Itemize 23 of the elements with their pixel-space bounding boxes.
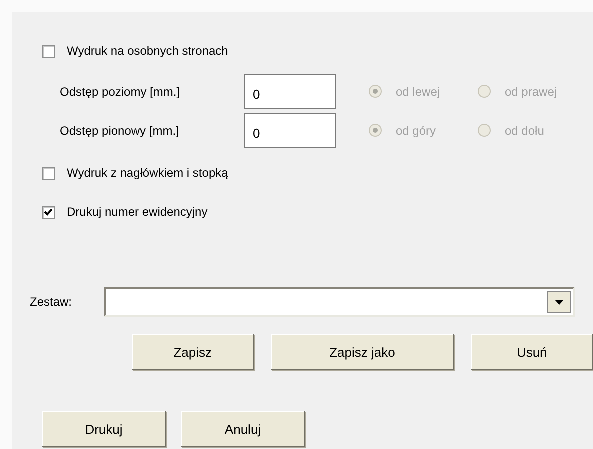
button[interactable]: Zapisz bbox=[132, 334, 254, 370]
caret-icon bbox=[554, 300, 564, 304]
button[interactable]: Usuń bbox=[471, 334, 593, 370]
radio-label: od prawej bbox=[505, 84, 558, 98]
dropdown-field[interactable] bbox=[104, 287, 576, 317]
button[interactable]: Zapisz jako bbox=[270, 334, 454, 370]
checkbox-label: Drukuj numer ewidencyjny bbox=[67, 205, 208, 219]
field-label: Zestaw: bbox=[30, 295, 72, 309]
radio-label: od góry bbox=[396, 124, 436, 138]
button[interactable]: Anuluj bbox=[181, 411, 305, 447]
dropdown-button[interactable] bbox=[547, 291, 572, 313]
radio-label: od dołu bbox=[505, 124, 544, 138]
radio-label: od lewej bbox=[396, 84, 440, 98]
field-label: Odstęp poziomy [mm.] bbox=[60, 84, 182, 98]
input-field[interactable]: 0 bbox=[244, 74, 336, 109]
checkbox[interactable] bbox=[42, 206, 55, 218]
input-field[interactable]: 0 bbox=[244, 113, 336, 148]
field-label: Odstęp pionowy [mm.] bbox=[60, 124, 180, 138]
checkbox[interactable] bbox=[42, 166, 55, 180]
checkbox-label: Wydruk na osobnych stronach bbox=[67, 44, 228, 58]
checkbox[interactable] bbox=[42, 44, 55, 58]
checkbox-label: Wydruk z nagłówkiem i stopką bbox=[67, 166, 228, 180]
button[interactable]: Drukuj bbox=[42, 411, 166, 447]
